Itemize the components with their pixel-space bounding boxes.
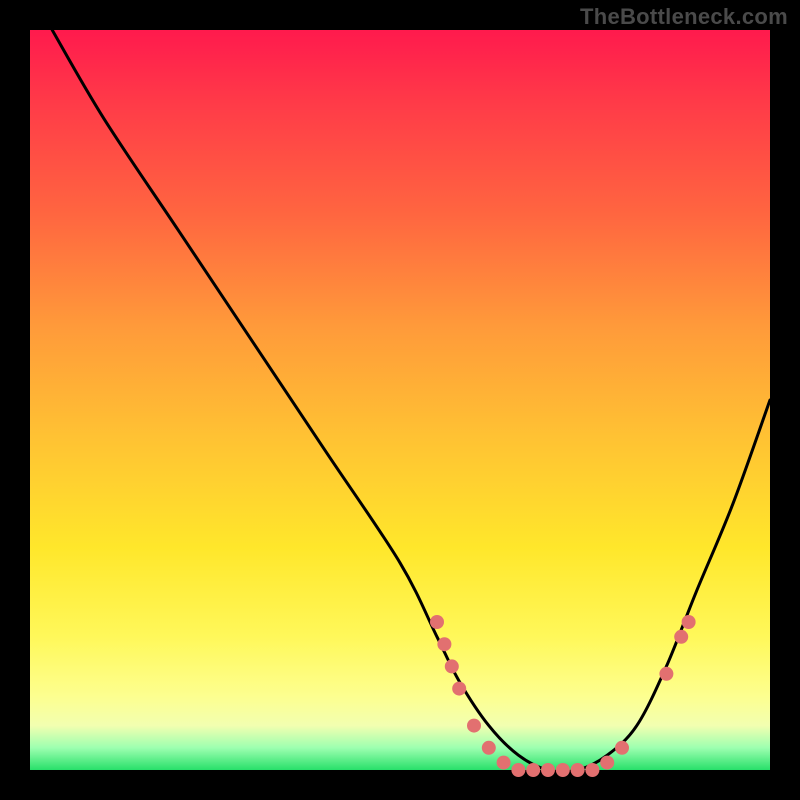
chart-container: TheBottleneck.com bbox=[0, 0, 800, 800]
data-marker bbox=[445, 659, 459, 673]
data-marker bbox=[674, 630, 688, 644]
data-marker bbox=[526, 763, 540, 777]
data-marker bbox=[682, 615, 696, 629]
data-marker bbox=[497, 756, 511, 770]
data-marker bbox=[467, 719, 481, 733]
data-marker bbox=[511, 763, 525, 777]
data-marker bbox=[659, 667, 673, 681]
data-marker bbox=[541, 763, 555, 777]
data-marker bbox=[600, 756, 614, 770]
data-marker bbox=[615, 741, 629, 755]
data-marker bbox=[430, 615, 444, 629]
plot-area bbox=[30, 30, 770, 770]
data-marker bbox=[571, 763, 585, 777]
watermark-text: TheBottleneck.com bbox=[580, 4, 788, 30]
data-marker bbox=[452, 682, 466, 696]
data-marker bbox=[556, 763, 570, 777]
data-marker bbox=[585, 763, 599, 777]
chart-svg bbox=[30, 30, 770, 770]
data-marker bbox=[482, 741, 496, 755]
data-marker bbox=[437, 637, 451, 651]
bottleneck-curve bbox=[52, 30, 770, 772]
